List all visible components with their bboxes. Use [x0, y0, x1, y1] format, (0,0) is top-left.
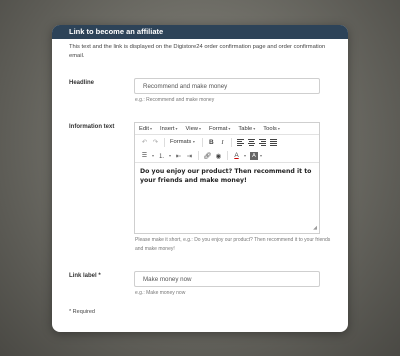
information-text-hint: Please make it short, e.g.: Do you enjoy… [135, 237, 331, 252]
align-center-icon[interactable] [246, 138, 257, 146]
toolbar-divider [164, 137, 165, 147]
link-label-input[interactable]: Make money now [134, 271, 320, 287]
menu-edit[interactable]: Edit▾ [139, 126, 152, 132]
redo-icon[interactable]: ↷ [150, 138, 161, 146]
intro-text: This text and the link is displayed on t… [69, 44, 326, 59]
indent-icon[interactable]: ⇥ [184, 152, 195, 160]
toolbar-divider [198, 151, 199, 160]
editor-toolbar-row-1: ↶ ↷ Formats ▾ B I [135, 135, 319, 149]
information-text-label: Information text [69, 124, 115, 130]
preview-eye-icon[interactable]: ◉ [213, 152, 224, 160]
required-note: * Required [69, 309, 95, 315]
align-right-icon[interactable] [257, 138, 268, 146]
affiliate-link-panel: Link to become an affiliate This text an… [52, 25, 348, 332]
menu-view[interactable]: View▾ [186, 126, 201, 132]
align-justify-icon[interactable] [268, 138, 279, 146]
bold-icon[interactable]: B [206, 139, 217, 146]
information-text-editor: Edit▾ Insert▾ View▾ Format▾ Table▾ Tools… [134, 122, 320, 234]
italic-icon[interactable]: I [217, 139, 228, 146]
chevron-down-icon[interactable]: ▾ [258, 153, 264, 158]
headline-label: Headline [69, 80, 95, 86]
outdent-icon[interactable]: ⇤ [173, 152, 184, 160]
toolbar-divider [201, 137, 203, 147]
undo-icon[interactable]: ↶ [139, 138, 150, 146]
resize-handle-icon[interactable]: ◢ [313, 225, 317, 231]
numbered-list-icon[interactable]: ⒈ [156, 151, 167, 160]
menu-tools[interactable]: Tools▾ [263, 126, 280, 132]
bullet-list-icon[interactable]: ☰ [139, 152, 150, 159]
editor-toolbar-row-2: ☰ ▾ ⒈ ▾ ⇤ ⇥ 🔗︎ ◉ A ▾ A ▾ [135, 149, 319, 163]
editor-content[interactable]: Do you enjoy our product? Then recommend… [135, 163, 319, 190]
toolbar-divider [230, 137, 232, 147]
text-color-icon[interactable]: A [231, 152, 242, 159]
panel-title: Link to become an affiliate [52, 25, 348, 39]
toolbar-divider [227, 151, 228, 160]
menu-format[interactable]: Format▾ [209, 126, 230, 132]
menu-insert[interactable]: Insert▾ [160, 126, 178, 132]
editor-menubar: Edit▾ Insert▾ View▾ Format▾ Table▾ Tools… [135, 123, 319, 135]
menu-table[interactable]: Table▾ [238, 126, 255, 132]
link-label-label: Link label * [69, 273, 101, 279]
headline-hint: e.g.: Recommend and make money [135, 97, 215, 103]
link-label-hint: e.g.: Make money now [135, 290, 186, 296]
background-color-icon[interactable]: A [250, 151, 258, 160]
link-icon[interactable]: 🔗︎ [202, 152, 213, 160]
align-left-icon[interactable] [235, 138, 246, 146]
chevron-down-icon[interactable]: ▾ [242, 153, 248, 158]
headline-input[interactable]: Recommend and make money [134, 78, 320, 94]
formats-dropdown[interactable]: Formats ▾ [170, 139, 195, 145]
